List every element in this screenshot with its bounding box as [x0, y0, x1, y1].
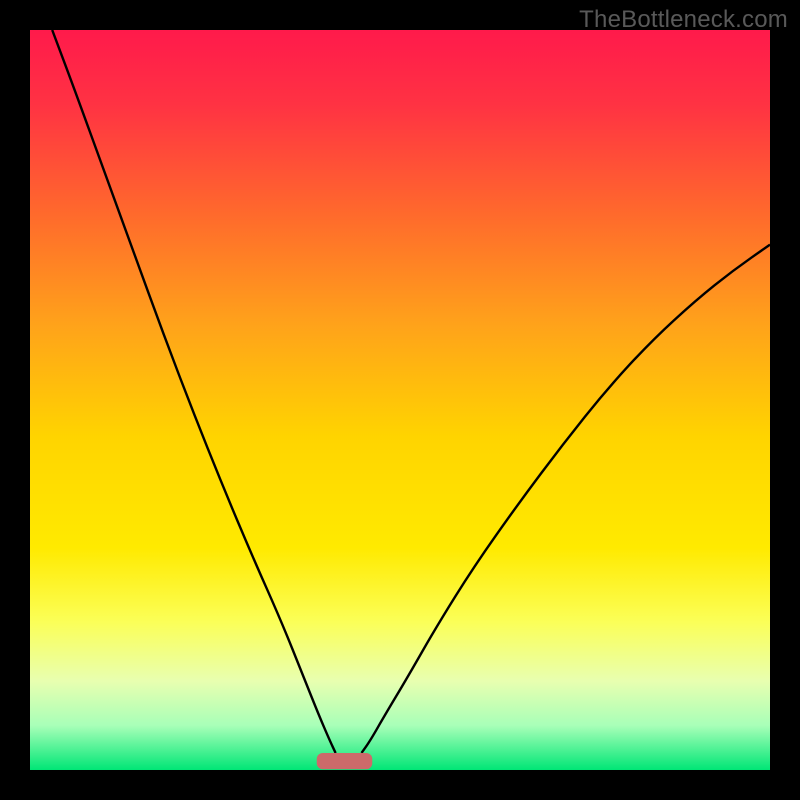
chart-svg — [30, 30, 770, 770]
chart-frame: TheBottleneck.com — [0, 0, 800, 800]
bottleneck-marker — [317, 753, 373, 769]
gradient-background — [30, 30, 770, 770]
plot-area — [30, 30, 770, 770]
